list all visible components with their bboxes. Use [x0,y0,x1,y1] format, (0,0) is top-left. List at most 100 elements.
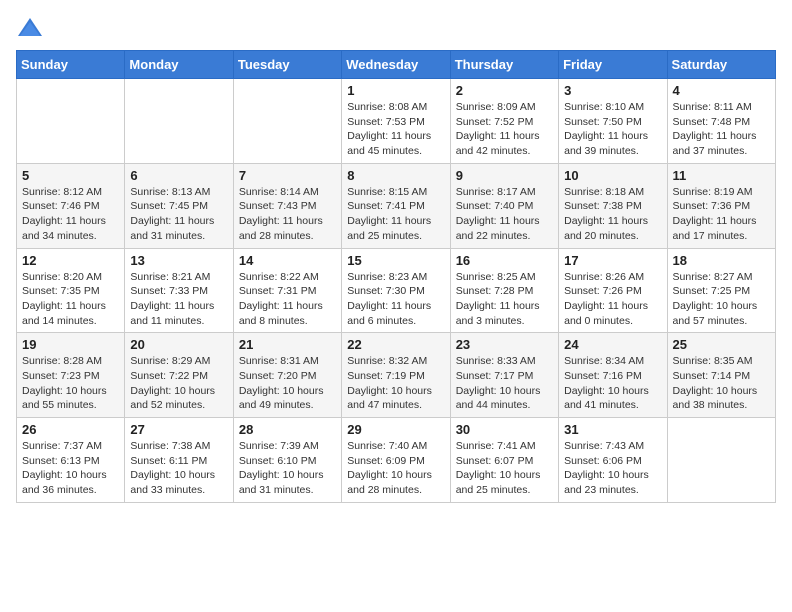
day-info: Sunrise: 8:14 AMSunset: 7:43 PMDaylight:… [239,185,336,244]
day-number: 4 [673,83,770,98]
day-number: 3 [564,83,661,98]
day-number: 21 [239,337,336,352]
day-info: Sunrise: 8:23 AMSunset: 7:30 PMDaylight:… [347,270,444,329]
day-number: 8 [347,168,444,183]
calendar-cell [17,79,125,164]
calendar-cell: 21 Sunrise: 8:31 AMSunset: 7:20 PMDayligh… [233,333,341,418]
day-number: 10 [564,168,661,183]
day-number: 27 [130,422,227,437]
calendar-cell: 10 Sunrise: 8:18 AMSunset: 7:38 PMDayligh… [559,163,667,248]
calendar-cell: 16 Sunrise: 8:25 AMSunset: 7:28 PMDayligh… [450,248,558,333]
calendar-cell: 29 Sunrise: 7:40 AMSunset: 6:09 PMDayligh… [342,418,450,503]
calendar-cell: 17 Sunrise: 8:26 AMSunset: 7:26 PMDayligh… [559,248,667,333]
calendar-cell: 24 Sunrise: 8:34 AMSunset: 7:16 PMDayligh… [559,333,667,418]
calendar-cell [233,79,341,164]
calendar-cell: 1 Sunrise: 8:08 AMSunset: 7:53 PMDaylight… [342,79,450,164]
day-number: 19 [22,337,119,352]
weekday-header: Sunday [17,51,125,79]
weekday-header: Monday [125,51,233,79]
day-info: Sunrise: 8:31 AMSunset: 7:20 PMDaylight:… [239,354,336,413]
calendar-cell: 23 Sunrise: 8:33 AMSunset: 7:17 PMDayligh… [450,333,558,418]
day-info: Sunrise: 8:25 AMSunset: 7:28 PMDaylight:… [456,270,553,329]
weekday-header: Thursday [450,51,558,79]
day-info: Sunrise: 8:13 AMSunset: 7:45 PMDaylight:… [130,185,227,244]
calendar-cell [125,79,233,164]
day-info: Sunrise: 8:34 AMSunset: 7:16 PMDaylight:… [564,354,661,413]
day-number: 1 [347,83,444,98]
calendar-cell: 13Sunrise: 8:21 AMSunset: 7:33 PMDayligh… [125,248,233,333]
calendar-cell: 7 Sunrise: 8:14 AMSunset: 7:43 PMDaylight… [233,163,341,248]
calendar-header-row: SundayMondayTuesdayWednesdayThursdayFrid… [17,51,776,79]
calendar-cell: 30Sunrise: 7:41 AMSunset: 6:07 PMDayligh… [450,418,558,503]
day-info: Sunrise: 8:18 AMSunset: 7:38 PMDaylight:… [564,185,661,244]
day-info: Sunrise: 8:33 AMSunset: 7:17 PMDaylight:… [456,354,553,413]
day-number: 17 [564,253,661,268]
weekday-header: Tuesday [233,51,341,79]
calendar-cell: 27 Sunrise: 7:38 AMSunset: 6:11 PMDayligh… [125,418,233,503]
day-number: 20 [130,337,227,352]
day-info: Sunrise: 7:38 AMSunset: 6:11 PMDaylight:… [130,439,227,498]
day-number: 23 [456,337,553,352]
weekday-header: Friday [559,51,667,79]
calendar-cell: 18 Sunrise: 8:27 AMSunset: 7:25 PMDayligh… [667,248,775,333]
day-info: Sunrise: 8:29 AMSunset: 7:22 PMDaylight:… [130,354,227,413]
day-info: Sunrise: 7:40 AMSunset: 6:09 PMDaylight:… [347,439,444,498]
calendar-cell: 4Sunrise: 8:11 AMSunset: 7:48 PMDaylight… [667,79,775,164]
day-number: 11 [673,168,770,183]
calendar-cell: 20 Sunrise: 8:29 AMSunset: 7:22 PMDayligh… [125,333,233,418]
day-number: 24 [564,337,661,352]
weekday-header: Wednesday [342,51,450,79]
calendar-week-row: 19 Sunrise: 8:28 AMSunset: 7:23 PMDayligh… [17,333,776,418]
day-number: 5 [22,168,119,183]
day-info: Sunrise: 8:26 AMSunset: 7:26 PMDaylight:… [564,270,661,329]
day-info: Sunrise: 8:19 AMSunset: 7:36 PMDaylight:… [673,185,770,244]
calendar-week-row: 12Sunrise: 8:20 AMSunset: 7:35 PMDayligh… [17,248,776,333]
calendar-cell: 19 Sunrise: 8:28 AMSunset: 7:23 PMDayligh… [17,333,125,418]
day-info: Sunrise: 8:10 AMSunset: 7:50 PMDaylight:… [564,100,661,159]
calendar-cell: 22 Sunrise: 8:32 AMSunset: 7:19 PMDayligh… [342,333,450,418]
calendar-cell: 12Sunrise: 8:20 AMSunset: 7:35 PMDayligh… [17,248,125,333]
calendar-cell: 8 Sunrise: 8:15 AMSunset: 7:41 PMDaylight… [342,163,450,248]
logo [16,16,48,38]
logo-icon [16,16,44,38]
day-info: Sunrise: 8:12 AMSunset: 7:46 PMDaylight:… [22,185,119,244]
day-number: 28 [239,422,336,437]
calendar-cell: 3 Sunrise: 8:10 AMSunset: 7:50 PMDaylight… [559,79,667,164]
day-info: Sunrise: 7:43 AMSunset: 6:06 PMDaylight:… [564,439,661,498]
day-number: 29 [347,422,444,437]
header [16,16,776,38]
day-number: 30 [456,422,553,437]
day-number: 12 [22,253,119,268]
calendar-cell [667,418,775,503]
day-number: 6 [130,168,227,183]
day-number: 7 [239,168,336,183]
day-number: 14 [239,253,336,268]
calendar-cell: 9Sunrise: 8:17 AMSunset: 7:40 PMDaylight… [450,163,558,248]
calendar-cell: 6 Sunrise: 8:13 AMSunset: 7:45 PMDaylight… [125,163,233,248]
day-info: Sunrise: 7:39 AMSunset: 6:10 PMDaylight:… [239,439,336,498]
day-info: Sunrise: 8:22 AMSunset: 7:31 PMDaylight:… [239,270,336,329]
day-info: Sunrise: 8:08 AMSunset: 7:53 PMDaylight:… [347,100,444,159]
calendar-cell: 2 Sunrise: 8:09 AMSunset: 7:52 PMDaylight… [450,79,558,164]
day-number: 31 [564,422,661,437]
day-number: 16 [456,253,553,268]
calendar-week-row: 26 Sunrise: 7:37 AMSunset: 6:13 PMDayligh… [17,418,776,503]
day-number: 18 [673,253,770,268]
day-info: Sunrise: 8:09 AMSunset: 7:52 PMDaylight:… [456,100,553,159]
day-info: Sunrise: 8:21 AMSunset: 7:33 PMDaylight:… [130,270,227,329]
day-number: 2 [456,83,553,98]
day-number: 26 [22,422,119,437]
day-info: Sunrise: 7:37 AMSunset: 6:13 PMDaylight:… [22,439,119,498]
calendar-cell: 25Sunrise: 8:35 AMSunset: 7:14 PMDayligh… [667,333,775,418]
day-info: Sunrise: 8:17 AMSunset: 7:40 PMDaylight:… [456,185,553,244]
day-info: Sunrise: 8:15 AMSunset: 7:41 PMDaylight:… [347,185,444,244]
day-number: 22 [347,337,444,352]
calendar-table: SundayMondayTuesdayWednesdayThursdayFrid… [16,50,776,503]
calendar-cell: 31 Sunrise: 7:43 AMSunset: 6:06 PMDayligh… [559,418,667,503]
day-info: Sunrise: 8:27 AMSunset: 7:25 PMDaylight:… [673,270,770,329]
day-info: Sunrise: 8:28 AMSunset: 7:23 PMDaylight:… [22,354,119,413]
day-info: Sunrise: 8:32 AMSunset: 7:19 PMDaylight:… [347,354,444,413]
calendar-week-row: 1 Sunrise: 8:08 AMSunset: 7:53 PMDaylight… [17,79,776,164]
calendar-cell: 5 Sunrise: 8:12 AMSunset: 7:46 PMDaylight… [17,163,125,248]
weekday-header: Saturday [667,51,775,79]
